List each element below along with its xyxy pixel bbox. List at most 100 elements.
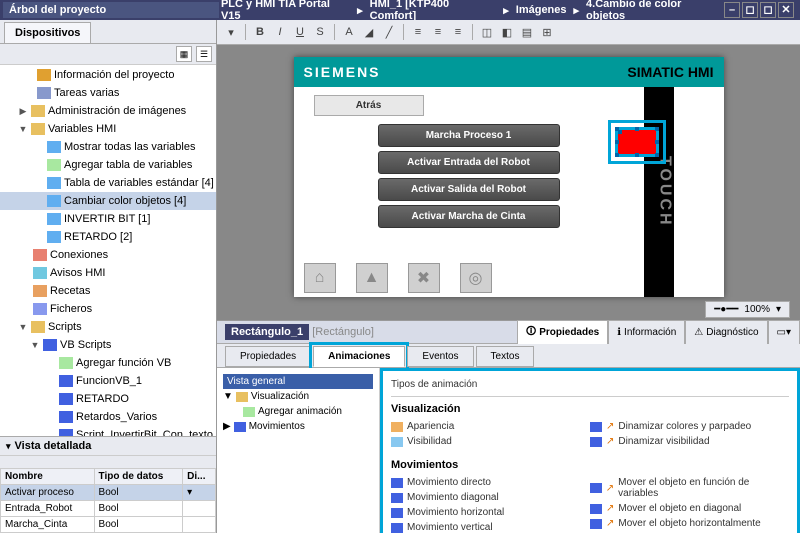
- tree-tool-icon[interactable]: ☰: [196, 46, 212, 62]
- tree-item[interactable]: Recetas: [50, 285, 214, 297]
- nav-settings-icon[interactable]: ◎: [460, 263, 492, 293]
- expand-icon[interactable]: ▶: [18, 106, 28, 117]
- mov-title: Movimientos: [391, 459, 789, 471]
- hmi-button[interactable]: Activar Marcha de Cinta: [378, 205, 560, 228]
- align-center-icon[interactable]: ≡: [430, 24, 446, 40]
- col-name[interactable]: Nombre: [1, 469, 95, 485]
- tab-diagnostics[interactable]: ⚠Diagnóstico: [685, 320, 767, 345]
- anim-visibility[interactable]: Visibilidad: [391, 434, 590, 449]
- text-color-icon[interactable]: A: [341, 24, 357, 40]
- vb-icon: [43, 339, 57, 351]
- tree-item[interactable]: Agregar función VB: [76, 357, 214, 369]
- font-select[interactable]: ▾: [223, 24, 239, 40]
- fill-color-icon[interactable]: ◢: [361, 24, 377, 40]
- anim-add-move-vars[interactable]: ↗Mover el objeto en función de variables: [590, 475, 789, 501]
- tree-item[interactable]: Retardos_Varios: [76, 411, 214, 423]
- tree-item[interactable]: Conexiones: [50, 249, 214, 261]
- anim-move-diagonal[interactable]: Movimiento diagonal: [391, 490, 590, 505]
- close-icon[interactable]: ✕: [778, 2, 794, 18]
- arrange-icon[interactable]: ◧: [499, 24, 515, 40]
- detail-table[interactable]: NombreTipo de datosDi... Activar proceso…: [0, 468, 216, 533]
- tree-item[interactable]: Tareas varias: [54, 87, 214, 99]
- shape-icon[interactable]: ◫: [479, 24, 495, 40]
- tree-item[interactable]: Variables HMI: [48, 123, 214, 135]
- zoom-slider[interactable]: ━●━━: [714, 304, 738, 315]
- line-color-icon[interactable]: ╱: [381, 24, 397, 40]
- group-icon[interactable]: ⊞: [539, 24, 555, 40]
- tree-item[interactable]: VB Scripts: [60, 339, 214, 351]
- animation-tree[interactable]: Vista general ▼Visualización Agregar ani…: [217, 368, 380, 533]
- italic-icon[interactable]: I: [272, 24, 288, 40]
- maximize-icon[interactable]: ◻: [760, 2, 776, 18]
- add-anim-icon: [590, 519, 602, 529]
- nav-tools-icon[interactable]: ✖: [408, 263, 440, 293]
- collapse-icon[interactable]: ▼: [30, 340, 40, 350]
- bold-icon[interactable]: B: [252, 24, 268, 40]
- zoom-control[interactable]: ━●━━ 100%▾: [705, 301, 790, 318]
- hmi-button[interactable]: Activar Salida del Robot: [378, 178, 560, 201]
- anim-move-horizontal[interactable]: Movimiento horizontal: [391, 505, 590, 520]
- anim-move-direct[interactable]: Movimiento directo: [391, 475, 590, 490]
- tree-item[interactable]: Avisos HMI: [50, 267, 214, 279]
- screen-canvas[interactable]: SIEMENS SIMATIC HMI Atrás Marcha Proceso…: [217, 45, 800, 320]
- back-button[interactable]: Atrás: [314, 95, 424, 116]
- add-anim-icon: [590, 422, 602, 432]
- tree-item[interactable]: RETARDO: [76, 393, 214, 405]
- tree-item[interactable]: FuncionVB_1: [76, 375, 214, 387]
- col-type[interactable]: Tipo de datos: [94, 469, 183, 485]
- collapse-icon[interactable]: ▼: [223, 391, 233, 402]
- panel-menu-icon[interactable]: ▭▾: [768, 320, 800, 345]
- align-left-icon[interactable]: ≡: [410, 24, 426, 40]
- subtab-events[interactable]: Eventos: [407, 346, 473, 367]
- subtab-texts[interactable]: Textos: [476, 346, 535, 367]
- anim-add-visibility[interactable]: ↗Dinamizar visibilidad: [590, 434, 789, 449]
- expand-icon[interactable]: ▶: [223, 421, 231, 432]
- align-right-icon[interactable]: ≡: [450, 24, 466, 40]
- tab-properties[interactable]: 🛈Propiedades: [517, 320, 608, 345]
- devices-tab[interactable]: Dispositivos: [4, 22, 91, 43]
- crumb-folder[interactable]: Imágenes: [516, 4, 567, 16]
- anim-add-colors[interactable]: ↗Dinamizar colores y parpadeo: [590, 419, 789, 434]
- tree-item[interactable]: Script_InvertirBit_Con_texto: [76, 429, 214, 436]
- subtab-properties[interactable]: Propiedades: [225, 346, 311, 367]
- tree-item[interactable]: Información del proyecto: [54, 69, 214, 81]
- layer-icon[interactable]: ▤: [519, 24, 535, 40]
- diag-icon: ⚠: [694, 327, 703, 338]
- underline-icon[interactable]: U: [292, 24, 308, 40]
- minimize-icon[interactable]: –: [724, 2, 740, 18]
- subtab-animations[interactable]: Animaciones: [313, 346, 405, 367]
- touch-label: TOUCH: [644, 87, 674, 297]
- tree-item[interactable]: Mostrar todas las variables: [64, 141, 214, 153]
- crumb-project[interactable]: PLC y HMI TIA Portal V15: [221, 0, 350, 22]
- crumb-device[interactable]: HMI_1 [KTP400 Comfort]: [370, 0, 497, 22]
- nav-up-icon[interactable]: ▲: [356, 263, 388, 293]
- tab-information[interactable]: ℹInformación: [608, 320, 685, 345]
- tree-item[interactable]: Administración de imágenes: [48, 105, 214, 117]
- anim-appearance[interactable]: Apariencia: [391, 419, 590, 434]
- collapse-icon[interactable]: ▼: [18, 124, 28, 134]
- hmi-button[interactable]: Activar Entrada del Robot: [378, 151, 560, 174]
- anim-add-move-diag[interactable]: ↗Mover el objeto en diagonal: [590, 501, 789, 516]
- anim-add-move-horiz[interactable]: ↗Mover el objeto horizontalmente: [590, 516, 789, 531]
- anim-move-vertical[interactable]: Movimiento vertical: [391, 520, 590, 533]
- col-dir[interactable]: Di...: [183, 469, 216, 485]
- restore-icon[interactable]: ◻: [742, 2, 758, 18]
- tree-item[interactable]: Agregar tabla de variables: [64, 159, 214, 171]
- tree-item[interactable]: RETARDO [2]: [64, 231, 214, 243]
- tree-item[interactable]: Scripts: [48, 321, 214, 333]
- tree-item[interactable]: INVERTIR BIT [1]: [64, 213, 214, 225]
- collapse-icon[interactable]: ▾: [6, 441, 11, 452]
- collapse-icon[interactable]: ▼: [18, 322, 28, 332]
- anim-overview[interactable]: Vista general: [223, 374, 373, 389]
- tree-tool-icon[interactable]: ▦: [176, 46, 192, 62]
- table-icon: [47, 195, 61, 207]
- project-tree[interactable]: Información del proyecto Tareas varias ▶…: [0, 65, 216, 436]
- hmi-button[interactable]: Marcha Proceso 1: [378, 124, 560, 147]
- tree-item[interactable]: Tabla de variables estándar [4]: [64, 177, 214, 189]
- table-icon: [47, 213, 61, 225]
- nav-home-icon[interactable]: ⌂: [304, 263, 336, 293]
- selected-rectangle[interactable]: [615, 127, 659, 157]
- strike-icon[interactable]: S: [312, 24, 328, 40]
- properties-panel: Rectángulo_1 [Rectángulo] 🛈Propiedades ℹ…: [217, 320, 800, 533]
- tree-item[interactable]: Ficheros: [50, 303, 214, 315]
